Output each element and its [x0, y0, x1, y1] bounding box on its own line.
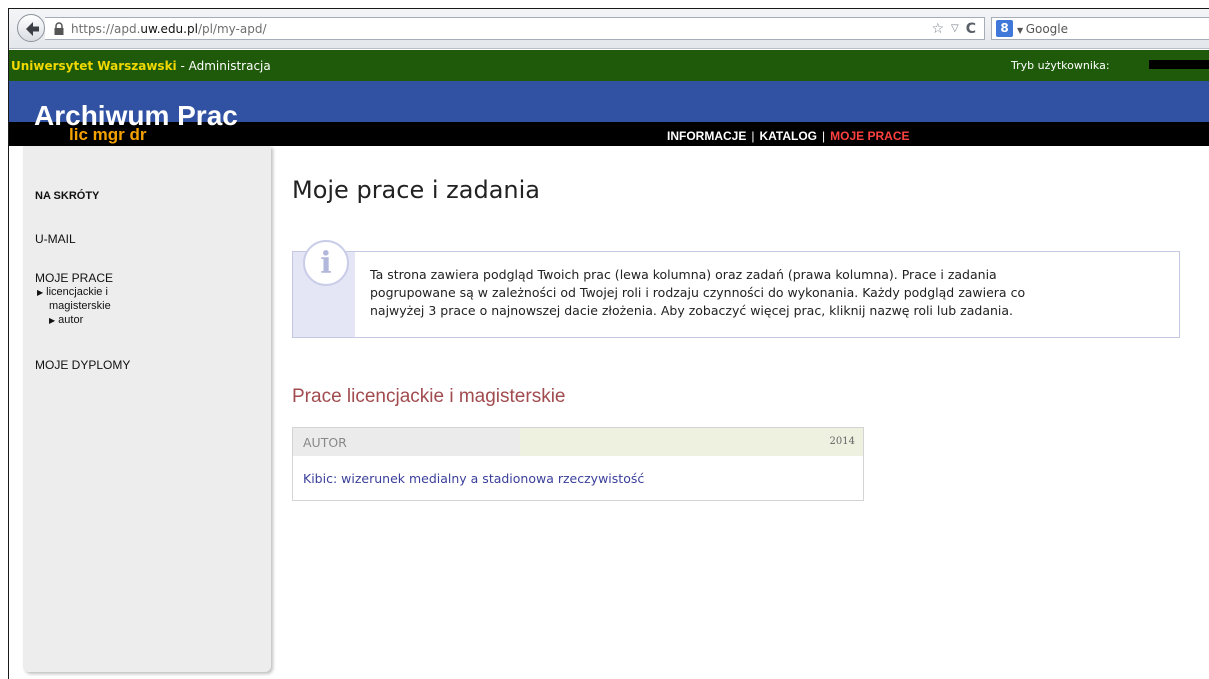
redacted-username: [1149, 60, 1209, 69]
sidebar-subitem-licencjackie[interactable]: ▶ licencjackie i: [37, 285, 108, 300]
sidebar-shortcuts[interactable]: NA SKRÓTY: [35, 190, 99, 202]
sidebar: NA SKRÓTY U-MAIL MOJE PRACE ▶ licencjacki…: [23, 146, 271, 672]
back-button[interactable]: [17, 14, 45, 42]
university-bar: Uniwersytet Warszawski - Administracja T…: [9, 50, 1209, 81]
info-box: i Ta strona zawiera podgląd Twoich prac …: [292, 240, 1180, 338]
top-navigation: INFORMACJE | KATALOG | MOJE PRACE: [667, 129, 910, 143]
google-plus-icon[interactable]: 8: [996, 20, 1013, 37]
works-table: AUTOR 2014 Kibic: wizerunek medialny a s…: [292, 427, 864, 501]
work-title-link[interactable]: Kibic: wizerunek medialny a stadionowa r…: [303, 471, 644, 486]
nav-informacje[interactable]: INFORMACJE: [667, 129, 746, 143]
triangle-right-icon: ▶: [37, 288, 44, 297]
search-engine-label: Google: [1025, 22, 1069, 36]
year-label: 2014: [829, 436, 855, 447]
section-title: Prace licencjackie i magisterskie: [292, 386, 566, 407]
nav-katalog[interactable]: KATALOG: [759, 129, 817, 143]
user-mode-label: Tryb użytkownika:: [1011, 59, 1110, 72]
role-header[interactable]: AUTOR: [303, 435, 347, 450]
info-icon: i: [303, 240, 349, 286]
dropdown-arrow-icon[interactable]: ▽: [951, 21, 959, 37]
address-bar[interactable]: https://apd.uw.edu.pl/pl/my-apd/ ☆ ▽ C: [45, 17, 985, 40]
reload-icon[interactable]: C: [966, 21, 976, 37]
chevron-down-icon: ▼: [1017, 26, 1026, 35]
browser-toolbar: https://apd.uw.edu.pl/pl/my-apd/ ☆ ▽ C 8…: [9, 9, 1209, 49]
university-link[interactable]: Uniwersytet Warszawski: [11, 59, 177, 73]
sidebar-item-umail[interactable]: U-MAIL: [35, 232, 76, 246]
sidebar-subitem-magisterskie[interactable]: magisterskie: [49, 299, 111, 313]
info-text: Ta strona zawiera podgląd Twoich prac (l…: [370, 267, 1026, 318]
sidebar-subitem-autor[interactable]: ▶ autor: [49, 313, 83, 328]
bookmark-star-icon[interactable]: ☆: [931, 21, 944, 37]
nav-moje-prace[interactable]: MOJE PRACE: [830, 129, 909, 143]
lock-icon: [54, 22, 64, 35]
browser-window: https://apd.uw.edu.pl/pl/my-apd/ ☆ ▽ C 8…: [8, 8, 1209, 679]
page-title: Moje prace i zadania: [292, 176, 540, 204]
logo-subtitle: lic mgr dr: [69, 125, 147, 144]
sidebar-item-my-diplomas[interactable]: MOJE DYPLOMY: [35, 358, 130, 372]
back-arrow-icon: [26, 22, 39, 36]
search-bar[interactable]: 8 ▼ Google: [991, 17, 1209, 40]
url-text: https://apd.uw.edu.pl/pl/my-apd/: [71, 22, 267, 36]
triangle-right-icon: ▶: [49, 316, 56, 325]
sidebar-item-my-works[interactable]: MOJE PRACE: [35, 271, 113, 285]
administration-label: - Administracja: [176, 59, 271, 73]
